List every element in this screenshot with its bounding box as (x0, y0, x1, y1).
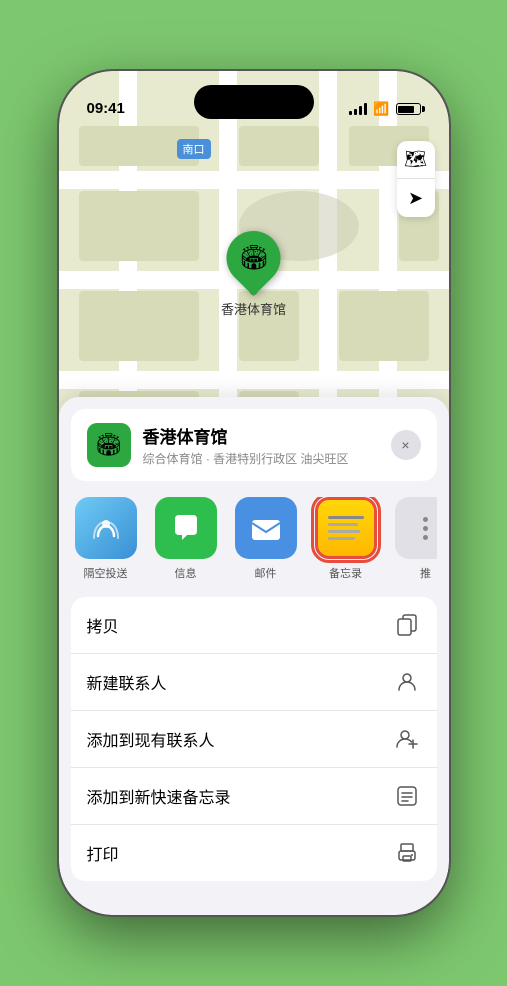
status-bar: 09:41 📶 (59, 71, 449, 125)
notes-label: 备忘录 (329, 565, 362, 581)
action-copy-label: 拷贝 (87, 613, 119, 637)
status-icons: 📶 (349, 101, 420, 117)
share-item-more[interactable]: 推 (391, 497, 437, 581)
share-item-messages[interactable]: 信息 (151, 497, 221, 581)
map-location-label: 南口 (177, 139, 211, 159)
airdrop-icon (75, 497, 137, 559)
action-add-existing-label: 添加到现有联系人 (87, 727, 215, 751)
stadium-marker: 🏟 香港体育馆 (221, 231, 286, 318)
place-info: 香港体育馆 综合体育馆 · 香港特别行政区 油尖旺区 (143, 423, 349, 467)
share-item-notes[interactable]: 备忘录 (311, 497, 381, 581)
bottom-sheet: 🏟 香港体育馆 综合体育馆 · 香港特别行政区 油尖旺区 × (59, 397, 449, 915)
mail-icon (235, 497, 297, 559)
action-quick-note[interactable]: 添加到新快速备忘录 (71, 768, 437, 825)
airdrop-label: 隔空投送 (84, 565, 128, 581)
action-quick-note-label: 添加到新快速备忘录 (87, 784, 231, 808)
close-button[interactable]: × (391, 430, 421, 460)
messages-label: 信息 (175, 565, 197, 581)
place-card-left: 🏟 香港体育馆 综合体育馆 · 香港特别行政区 油尖旺区 (87, 423, 349, 467)
marker-pin: 🏟 (215, 220, 291, 296)
phone-screen: 09:41 📶 (59, 71, 449, 915)
marker-label: 香港体育馆 (221, 299, 286, 318)
status-time: 09:41 (87, 100, 125, 117)
place-subtitle: 综合体育馆 · 香港特别行政区 油尖旺区 (143, 450, 349, 467)
place-card: 🏟 香港体育馆 综合体育馆 · 香港特别行政区 油尖旺区 × (71, 409, 437, 481)
action-copy[interactable]: 拷贝 (71, 597, 437, 654)
signal-icon (349, 103, 367, 115)
messages-icon (155, 497, 217, 559)
action-add-existing-contact[interactable]: 添加到现有联系人 (71, 711, 437, 768)
mail-label: 邮件 (255, 565, 277, 581)
share-scroll: 隔空投送 信息 (71, 497, 437, 585)
share-row: 隔空投送 信息 (59, 481, 449, 585)
action-print[interactable]: 打印 (71, 825, 437, 881)
more-dots (423, 517, 428, 540)
wifi-icon: 📶 (373, 101, 389, 117)
memo-icon (393, 782, 421, 810)
notes-icon (315, 497, 377, 559)
action-new-contact[interactable]: 新建联系人 (71, 654, 437, 711)
map-type-button[interactable]: 🗺 (397, 141, 435, 179)
action-list: 拷贝 新建联系人 (71, 597, 437, 881)
location-button[interactable]: ➤ (397, 179, 435, 217)
person-icon (393, 668, 421, 696)
notes-lines (328, 516, 364, 540)
action-print-label: 打印 (87, 841, 119, 865)
more-icon (395, 497, 437, 559)
print-icon (393, 839, 421, 867)
action-new-contact-label: 新建联系人 (87, 670, 167, 694)
person-add-icon (393, 725, 421, 753)
battery-icon (396, 103, 421, 115)
marker-icon: 🏟 (238, 244, 268, 273)
place-name: 香港体育馆 (143, 423, 349, 448)
share-item-mail[interactable]: 邮件 (231, 497, 301, 581)
place-icon: 🏟 (87, 423, 131, 467)
share-item-airdrop[interactable]: 隔空投送 (71, 497, 141, 581)
phone-frame: 09:41 📶 (59, 71, 449, 915)
more-label: 推 (420, 565, 431, 581)
copy-icon (393, 611, 421, 639)
map-controls: 🗺 ➤ (397, 141, 435, 217)
